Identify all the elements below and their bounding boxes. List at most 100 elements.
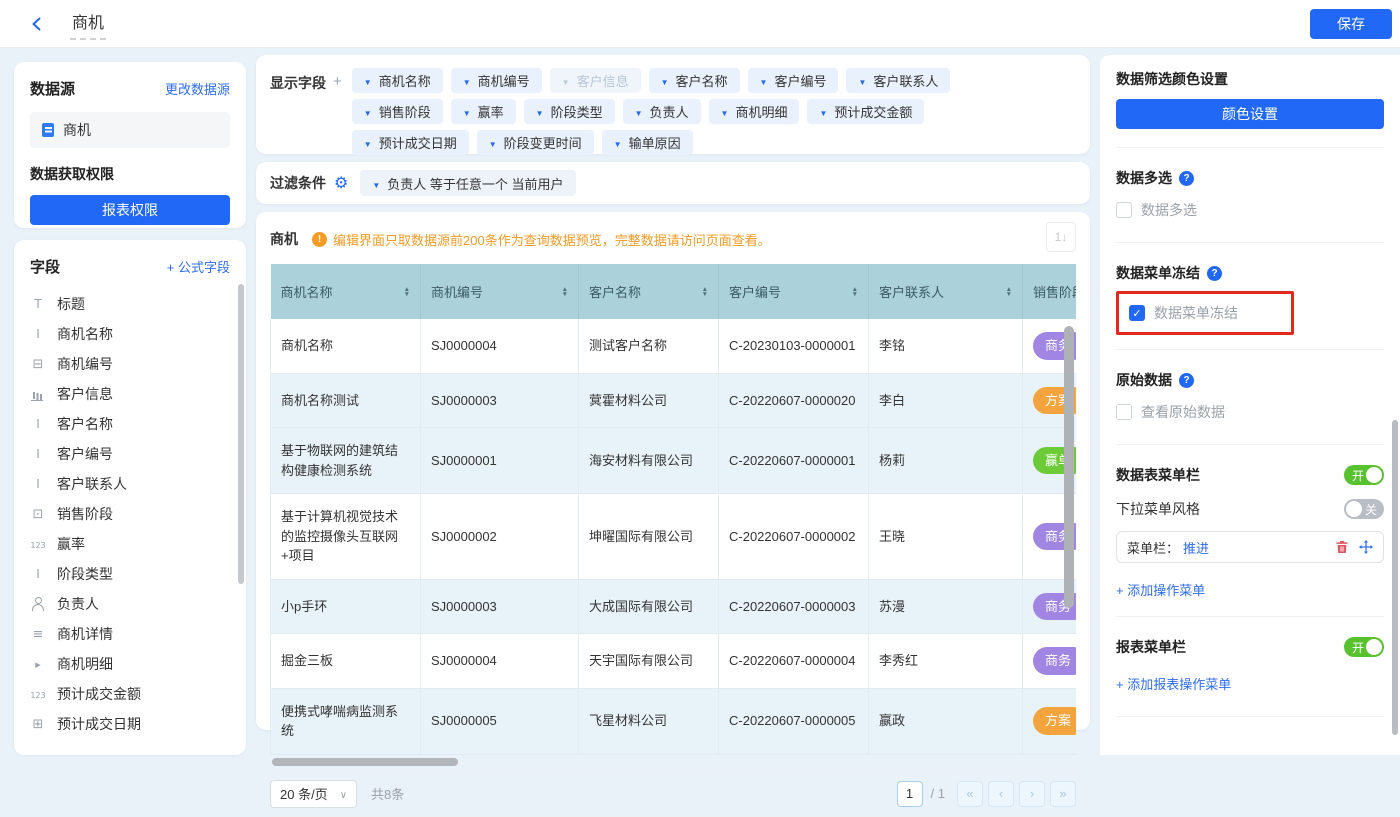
column-header[interactable]: 商机名称 (271, 264, 421, 319)
caret-down-icon (364, 73, 372, 88)
save-button[interactable]: 保存 (1310, 9, 1392, 39)
field-item-customer-name[interactable]: 客户名称 (30, 409, 230, 439)
field-tag[interactable]: 预计成交日期 (352, 130, 469, 155)
field-item-customer-contact[interactable]: 客户联系人 (30, 469, 230, 499)
last-page-button[interactable]: » (1050, 781, 1076, 807)
gear-icon[interactable] (334, 173, 348, 193)
fields-scrollbar[interactable] (238, 284, 244, 584)
move-icon[interactable] (1359, 540, 1373, 554)
field-tag[interactable]: 输单原因 (602, 130, 693, 155)
page-title: 商机 (70, 7, 106, 40)
field-item-win-rate[interactable]: 赢率 (30, 529, 230, 559)
text-icon (30, 477, 46, 491)
color-setting-button[interactable]: 颜色设置 (1116, 99, 1384, 129)
sort-carets-icon[interactable] (404, 287, 410, 297)
datasource-item[interactable]: 商机 (30, 112, 230, 148)
field-tag[interactable]: 销售阶段 (352, 99, 443, 124)
add-formula-field-link[interactable]: + 公式字段 (167, 257, 230, 276)
field-tag[interactable]: 客户联系人 (846, 68, 950, 93)
table-row: 商机名称 SJ0000004 测试客户名称 C-20230103-0000001… (271, 319, 1077, 373)
field-tag[interactable]: 赢率 (451, 99, 516, 124)
column-header[interactable]: 客户编号 (719, 264, 869, 319)
change-datasource-link[interactable]: 更改数据源 (165, 79, 230, 98)
stage-badge: 方案 (1033, 707, 1076, 735)
dropdown-style-toggle[interactable]: 关 (1344, 499, 1384, 519)
prev-page-button[interactable]: ‹ (988, 781, 1014, 807)
field-item-expected-date[interactable]: 预计成交日期 (30, 709, 230, 739)
add-display-field-button[interactable]: + (333, 73, 342, 90)
field-tag[interactable]: 阶段变更时间 (477, 130, 594, 155)
color-setting-title: 数据筛选颜色设置 (1116, 69, 1384, 89)
add-report-action-menu-link[interactable]: + 添加报表操作菜单 (1116, 674, 1231, 693)
field-item-customer-code[interactable]: 客户编号 (30, 439, 230, 469)
field-item-owner[interactable]: 负责人 (30, 589, 230, 619)
column-header[interactable]: 客户联系人 (869, 264, 1023, 319)
sort-carets-icon[interactable] (562, 287, 568, 297)
field-item-opportunity-name[interactable]: 商机名称 (30, 319, 230, 349)
field-tag[interactable]: 商机名称 (352, 68, 443, 93)
field-item-expected-amount[interactable]: 预计成交金额 (30, 679, 230, 709)
table-row: 便携式哮喘病监测系统 SJ0000005 飞星材料公司 C-20220607-0… (271, 688, 1077, 754)
page-size-select[interactable]: 20 条/页 (270, 780, 357, 808)
next-page-button[interactable]: › (1019, 781, 1045, 807)
menu-item-label: 菜单栏： (1127, 538, 1179, 557)
menu-item[interactable]: 菜单栏： 推进 (1116, 531, 1384, 563)
field-tag[interactable]: 商机明细 (709, 99, 800, 124)
raw-data-checkbox[interactable] (1116, 404, 1132, 420)
report-permission-button[interactable]: 报表权限 (30, 195, 230, 225)
field-item-opportunity-lines[interactable]: 商机明细 (30, 649, 230, 679)
field-tag[interactable]: 客户编号 (748, 68, 839, 93)
report-menu-title: 报表菜单栏 (1116, 637, 1186, 657)
column-header[interactable]: 商机编号 (421, 264, 579, 319)
field-item-customer-info[interactable]: 客户信息 (30, 379, 230, 409)
add-action-menu-link[interactable]: + 添加操作菜单 (1116, 580, 1205, 599)
calendar-icon (30, 717, 46, 731)
sort-carets-icon[interactable] (702, 287, 708, 297)
settings-scrollbar[interactable] (1392, 420, 1398, 735)
toggle-knob (1366, 639, 1382, 655)
document-icon (42, 123, 54, 137)
delete-icon[interactable] (1335, 540, 1349, 554)
field-tag[interactable]: 阶段类型 (524, 99, 615, 124)
datasource-title: 数据源 (30, 78, 75, 99)
field-tag[interactable]: 预计成交金额 (807, 99, 924, 124)
table-row: 基于物联网的建筑结构健康检测系统 SJ0000001 海安材料有限公司 C-20… (271, 428, 1077, 494)
filter-condition-tag[interactable]: 负责人 等于任意一个 当前用户 (360, 170, 575, 196)
field-item-opportunity-detail[interactable]: 商机详情 (30, 619, 230, 649)
page-number-input[interactable]: 1 (897, 781, 923, 807)
field-tag[interactable]: 客户名称 (649, 68, 740, 93)
report-menu-toggle[interactable]: 开 (1344, 637, 1384, 657)
page-total: / 1 (931, 786, 945, 801)
field-tag[interactable]: 负责人 (623, 99, 701, 124)
text-icon (30, 567, 46, 581)
first-page-button[interactable]: « (957, 781, 983, 807)
table-vertical-scrollbar[interactable] (1064, 326, 1074, 608)
menu-freeze-checkbox[interactable] (1129, 305, 1145, 321)
page-size-value: 20 条/页 (280, 784, 328, 803)
select-icon (30, 507, 46, 521)
field-tag-disabled[interactable]: 客户信息 (550, 68, 641, 93)
caret-down-icon (364, 135, 372, 150)
multi-select-checkbox[interactable] (1116, 202, 1132, 218)
field-item-opportunity-code[interactable]: 商机编号 (30, 349, 230, 379)
table-horizontal-scrollbar-track (270, 757, 1076, 767)
sort-carets-icon[interactable] (852, 287, 858, 297)
sort-button[interactable]: 1↓ (1046, 222, 1076, 252)
data-access-title: 数据获取权限 (30, 164, 230, 184)
menu-item-value: 推进 (1183, 538, 1209, 557)
filter-panel: 过滤条件 负责人 等于任意一个 当前用户 (256, 162, 1090, 204)
sort-carets-icon[interactable] (1006, 287, 1012, 297)
help-icon[interactable] (1179, 171, 1194, 186)
table-menu-toggle[interactable]: 开 (1344, 465, 1384, 485)
field-item-stage-type[interactable]: 阶段类型 (30, 559, 230, 589)
back-button[interactable] (26, 13, 48, 35)
field-item-title[interactable]: 标题 (30, 289, 230, 319)
field-tag[interactable]: 商机编号 (451, 68, 542, 93)
help-icon[interactable] (1207, 266, 1222, 281)
table-row: 小p手环 SJ0000003 大成国际有限公司 C-20220607-00000… (271, 579, 1077, 634)
column-header[interactable]: 客户名称 (579, 264, 719, 319)
table-horizontal-scrollbar[interactable] (272, 758, 458, 766)
column-header[interactable]: 销售阶段 (1023, 264, 1077, 319)
help-icon[interactable] (1179, 373, 1194, 388)
field-item-sales-stage[interactable]: 销售阶段 (30, 499, 230, 529)
